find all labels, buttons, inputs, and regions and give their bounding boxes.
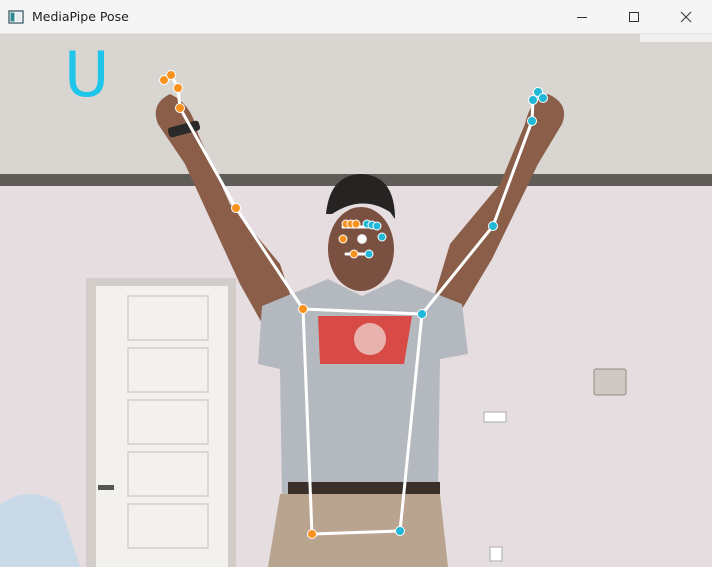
camera-feed: U	[0, 34, 712, 567]
app-window: MediaPipe Pose U	[0, 0, 712, 567]
door-handle	[98, 485, 114, 490]
window-controls	[556, 0, 712, 33]
wall-switch	[483, 411, 507, 423]
right-shoulder-landmark	[417, 309, 427, 319]
left-shoulder-landmark	[298, 304, 308, 314]
mouth-right-landmark	[364, 249, 374, 259]
window-title: MediaPipe Pose	[32, 9, 129, 24]
wall-outlet	[489, 546, 503, 562]
left-elbow-landmark	[231, 203, 241, 213]
right-elbow-landmark	[488, 221, 498, 231]
mouth-left-landmark	[349, 249, 359, 259]
right-eye-outer-landmark	[372, 221, 382, 231]
left-wrist-landmark	[175, 103, 185, 113]
maximize-button[interactable]	[608, 0, 660, 33]
right-thumb-landmark	[538, 93, 548, 103]
recognized-letter: U	[64, 38, 110, 111]
left-thumb-landmark	[173, 83, 183, 93]
right-hip-landmark	[395, 526, 405, 536]
right-wrist-landmark	[527, 116, 537, 126]
right-ear-landmark	[377, 232, 387, 242]
maximize-icon	[629, 11, 639, 22]
left-ear-landmark	[338, 234, 348, 244]
close-icon	[680, 11, 692, 22]
ceiling-light	[640, 34, 712, 42]
minimize-button[interactable]	[556, 0, 608, 33]
right-pinky-landmark	[528, 95, 538, 105]
close-button[interactable]	[660, 0, 712, 33]
wall-panel	[593, 368, 627, 396]
minimize-icon	[577, 16, 587, 18]
left-eye-inner-landmark	[351, 219, 361, 229]
camera-frame	[0, 34, 712, 567]
app-icon	[8, 9, 24, 24]
nose-landmark	[357, 234, 367, 244]
left-index-landmark	[166, 70, 176, 80]
title-bar[interactable]: MediaPipe Pose	[0, 0, 712, 34]
left-hip-landmark	[307, 529, 317, 539]
